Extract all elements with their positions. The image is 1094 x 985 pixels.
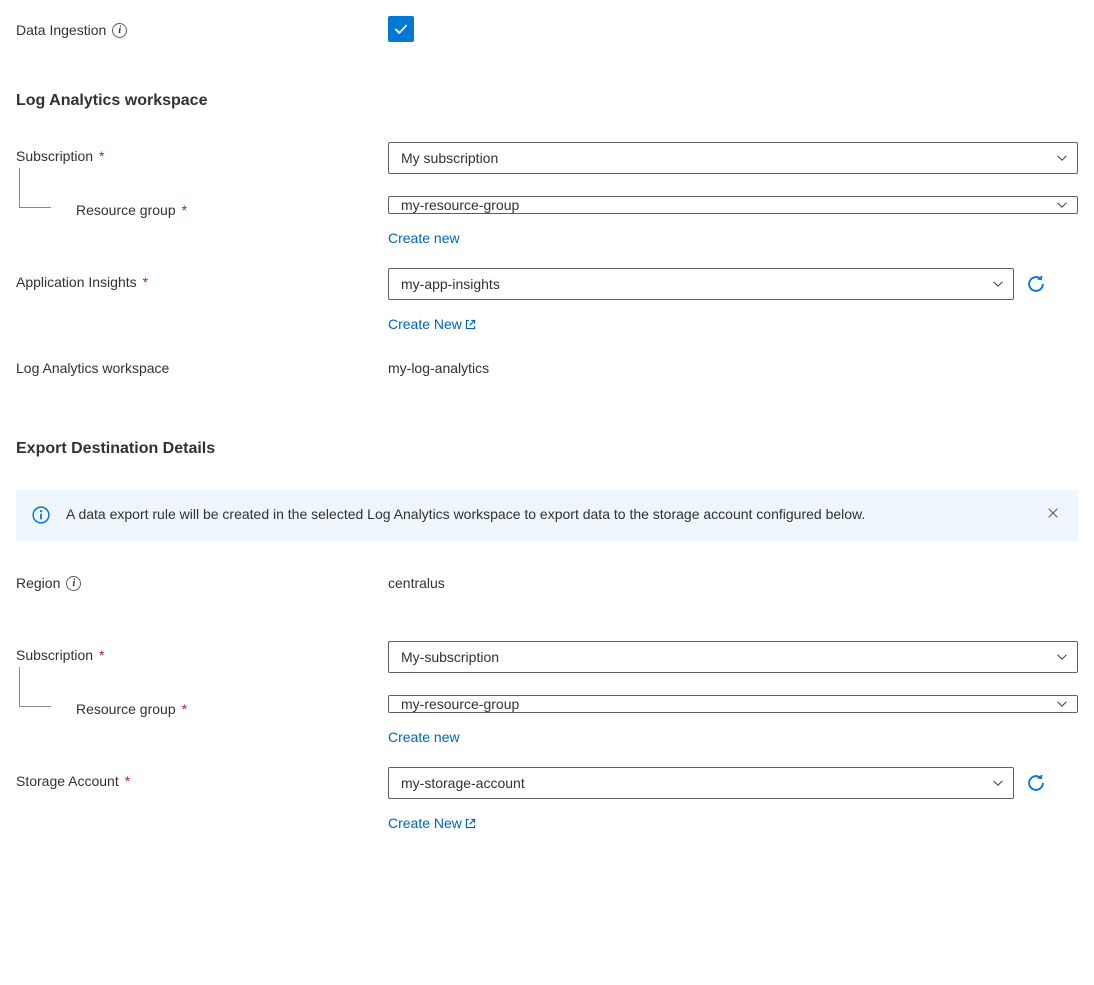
chevron-down-icon (991, 776, 1005, 790)
close-icon (1046, 506, 1060, 520)
required-indicator: * (182, 202, 187, 218)
chevron-down-icon (1055, 198, 1069, 212)
required-indicator: * (182, 701, 187, 717)
refresh-icon (1026, 773, 1046, 793)
external-link-icon (464, 318, 477, 331)
export-resource-group-value: my-resource-group (401, 696, 519, 712)
export-subscription-select[interactable]: My-subscription (388, 641, 1078, 673)
checkmark-icon (392, 20, 410, 38)
info-icon[interactable]: i (66, 576, 81, 591)
region-value: centralus (388, 569, 445, 591)
create-new-app-insights-link[interactable]: Create New (388, 316, 477, 332)
app-insights-label: Application Insights (16, 274, 137, 290)
data-ingestion-label: Data Ingestion (16, 22, 106, 38)
subscription-value: My subscription (401, 150, 498, 166)
required-indicator: * (99, 148, 104, 164)
create-new-storage-link[interactable]: Create New (388, 815, 477, 831)
section-log-analytics: Log Analytics workspace (16, 92, 1078, 110)
chevron-down-icon (1055, 650, 1069, 664)
app-insights-value: my-app-insights (401, 276, 500, 292)
resource-group-select[interactable]: my-resource-group (388, 196, 1078, 214)
export-subscription-label: Subscription (16, 647, 93, 663)
required-indicator: * (125, 773, 130, 789)
refresh-icon (1026, 274, 1046, 294)
section-export-dest: Export Destination Details (16, 440, 1078, 458)
refresh-button[interactable] (1024, 272, 1048, 296)
info-icon[interactable]: i (112, 23, 127, 38)
close-banner-button[interactable] (1044, 504, 1062, 525)
region-label: Region (16, 575, 60, 591)
log-analytics-workspace-label: Log Analytics workspace (16, 360, 169, 376)
subscription-select[interactable]: My subscription (388, 142, 1078, 174)
log-analytics-workspace-value: my-log-analytics (388, 354, 489, 376)
export-subscription-value: My-subscription (401, 649, 499, 665)
storage-account-label: Storage Account (16, 773, 119, 789)
export-resource-group-label: Resource group (76, 701, 176, 717)
refresh-button[interactable] (1024, 771, 1048, 795)
external-link-icon (464, 817, 477, 830)
storage-account-select[interactable]: my-storage-account (388, 767, 1014, 799)
subscription-label: Subscription (16, 148, 93, 164)
chevron-down-icon (1055, 151, 1069, 165)
export-create-new-rg-link[interactable]: Create new (388, 729, 460, 745)
info-banner: A data export rule will be created in th… (16, 490, 1078, 541)
required-indicator: * (143, 274, 148, 290)
resource-group-label: Resource group (76, 202, 176, 218)
info-icon (32, 506, 50, 527)
data-ingestion-checkbox[interactable] (388, 16, 414, 42)
create-new-rg-link[interactable]: Create new (388, 230, 460, 246)
storage-account-value: my-storage-account (401, 775, 525, 791)
app-insights-select[interactable]: my-app-insights (388, 268, 1014, 300)
required-indicator: * (99, 647, 104, 663)
export-resource-group-select[interactable]: my-resource-group (388, 695, 1078, 713)
info-banner-text: A data export rule will be created in th… (66, 504, 1028, 524)
chevron-down-icon (991, 277, 1005, 291)
resource-group-value: my-resource-group (401, 197, 519, 213)
chevron-down-icon (1055, 697, 1069, 711)
